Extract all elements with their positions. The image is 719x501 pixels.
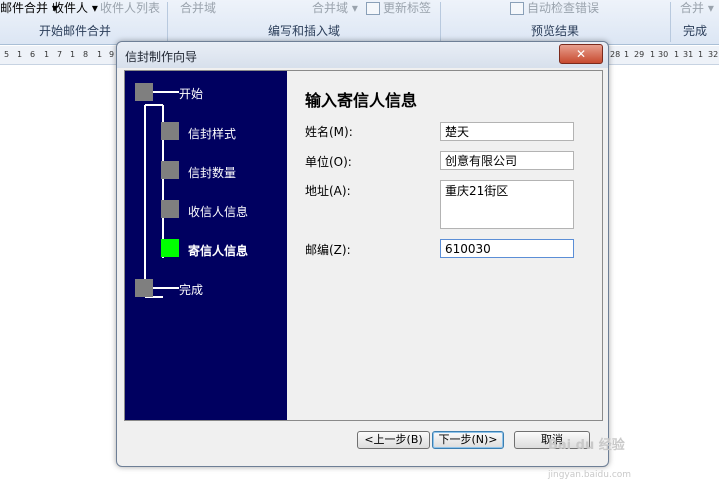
name-label: 姓名(M): [305,125,353,139]
update-labels-button[interactable]: 更新标签 [366,0,431,20]
update-labels-icon [366,2,380,15]
address-field[interactable]: 重庆21街区 [440,180,574,229]
wizard-body: 开始 信封样式 信封数量 收信人信息 寄信人信息 完成 输入寄信人信息 姓名(M… [124,70,603,421]
watermark-logo: Bai du 经验 [548,438,625,453]
company-label: 单位(O): [305,155,352,169]
ruler-tick: 1 [70,50,76,59]
back-button[interactable]: <上一步(B) [357,431,430,449]
step-marker-envelope-style [161,122,179,140]
highlight-merge-fields-button[interactable]: 合并域 [180,0,216,20]
ruler-tick: 1 [650,50,656,59]
ruler-tick: 31 [683,50,694,59]
group-label-write-insert: 编写和插入域 [267,24,340,38]
zip-field[interactable] [440,239,574,258]
ruler-tick: 1 [17,50,23,59]
group-label-finish: 完成 [682,24,707,38]
step-connector-line [145,104,163,106]
step-label-sender-info[interactable]: 寄信人信息 [188,242,248,259]
ruler-tick: 29 [634,50,645,59]
ruler-tick: 28 [610,50,621,59]
group-label-preview: 预览结果 [530,24,579,38]
ruler-tick: 1 [674,50,680,59]
ruler-tick: 1 [624,50,630,59]
panel-title: 输入寄信人信息 [305,91,418,110]
step-connector-line [144,105,146,296]
finish-merge-menu[interactable]: 合并 ▾ [680,0,714,20]
ruler-tick: 1 [97,50,103,59]
close-icon: ✕ [575,47,587,61]
step-label-recipient-info[interactable]: 收信人信息 [188,203,248,220]
step-label-envelope-quantity[interactable]: 信封数量 [188,164,236,181]
ruler-tick: 30 [658,50,669,59]
edit-recipient-list-button[interactable]: 收件人列表 [100,0,160,20]
step-label-finish[interactable]: 完成 [179,281,203,298]
start-mail-merge-menu[interactable]: 邮件合并 ▾ [0,0,58,20]
step-label-envelope-style[interactable]: 信封样式 [188,125,236,142]
ruler-tick: 8 [83,50,89,59]
ruler-tick: 7 [57,50,63,59]
check-errors-icon [510,2,524,15]
name-field[interactable] [440,122,574,141]
step-marker-sender-info [161,239,179,257]
step-label-start[interactable]: 开始 [179,85,203,102]
step-marker-recipient-info [161,200,179,218]
ruler-tick: 5 [4,50,10,59]
watermark-url: jingyan.baidu.com [548,470,632,480]
next-button[interactable]: 下一步(N)> [432,431,504,449]
dialog-title: 信封制作向导 [125,50,198,64]
ruler-tick: 1 [44,50,50,59]
company-field[interactable] [440,151,574,170]
ribbon: 邮件合并 ▾ 收件人 ▾ 收件人列表 合并域 合并域 ▾ 更新标签 自动检查错误… [0,0,719,45]
close-button[interactable]: ✕ [559,44,603,64]
ruler-tick: 32 [708,50,719,59]
select-recipients-menu[interactable]: 收件人 ▾ [52,0,98,20]
auto-check-errors-button[interactable]: 自动检查错误 [510,0,599,20]
zip-label: 邮编(Z): [305,243,351,257]
step-connector-line [153,287,179,289]
wizard-step-nav: 开始 信封样式 信封数量 收信人信息 寄信人信息 完成 [125,71,287,420]
envelope-wizard-dialog: 信封制作向导 ✕ 开始 信封样式 信封数量 收信人信息 寄信人信息 完成 输入寄… [116,41,609,467]
ruler-tick: 1 [698,50,704,59]
dialog-titlebar[interactable]: 信封制作向导 ✕ [117,42,608,68]
address-label: 地址(A): [305,184,351,198]
ruler-tick: 9 [109,50,115,59]
step-connector-line [153,91,179,93]
ruler-tick: 6 [30,50,36,59]
step-marker-start [135,83,153,101]
step-marker-finish [135,279,153,297]
step-marker-envelope-quantity [161,161,179,179]
insert-merge-field-button[interactable]: 合并域 ▾ [312,0,358,20]
group-label-start: 开始邮件合并 [38,24,111,38]
